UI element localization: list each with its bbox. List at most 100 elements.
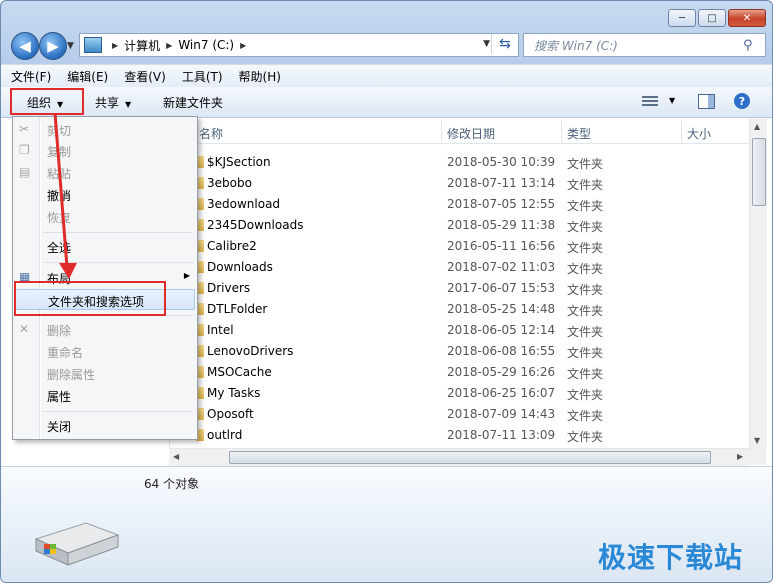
- table-row[interactable]: My Tasks 2018-06-25 16:07 文件夹: [169, 383, 749, 404]
- scissors-icon: ✂: [19, 122, 30, 136]
- hscroll-thumb[interactable]: [229, 451, 711, 464]
- column-size[interactable]: 大小: [687, 125, 711, 142]
- table-row[interactable]: LenovoDrivers 2018-06-08 16:55 文件夹: [169, 341, 749, 362]
- breadcrumb-chevron-icon[interactable]: ▶: [240, 41, 246, 50]
- table-row[interactable]: Calibre2 2016-05-11 16:56 文件夹: [169, 236, 749, 257]
- file-date: 2017-06-07 15:53: [447, 281, 556, 295]
- menu-help[interactable]: 帮助(H): [233, 68, 287, 85]
- table-row[interactable]: 3ebobo 2018-07-11 13:14 文件夹: [169, 173, 749, 194]
- view-dropdown-icon[interactable]: ▼: [669, 96, 675, 105]
- menu-bar: 文件(F) 编辑(E) 查看(V) 工具(T) 帮助(H): [1, 64, 772, 87]
- file-name: outlrd: [207, 428, 243, 442]
- file-name: Calibre2: [207, 239, 257, 253]
- file-date: 2018-05-29 16:26: [447, 365, 556, 379]
- breadcrumb-chevron-icon[interactable]: ▶: [166, 41, 172, 50]
- share-button[interactable]: 共享 ▼: [95, 94, 131, 111]
- menu-item-label: 恢复: [47, 211, 72, 225]
- column-name[interactable]: 名称: [199, 125, 223, 142]
- breadcrumb-computer[interactable]: 计算机: [124, 37, 160, 54]
- file-date: 2018-06-05 12:14: [447, 323, 556, 337]
- file-name: 2345Downloads: [207, 218, 304, 232]
- menu-item-select-all[interactable]: 全选: [13, 236, 197, 257]
- breadcrumb-chevron-icon[interactable]: ▶: [112, 41, 118, 50]
- column-type[interactable]: 类型: [567, 125, 591, 142]
- maximize-button[interactable]: □: [698, 9, 726, 27]
- horizontal-scrollbar[interactable]: ◀ ▶: [169, 448, 749, 466]
- file-date: 2018-07-11 13:09: [447, 428, 556, 442]
- menu-item-label: 剪切: [47, 124, 72, 138]
- search-icon[interactable]: ⚲: [743, 38, 759, 53]
- table-row[interactable]: 2345Downloads 2018-05-29 11:38 文件夹: [169, 215, 749, 236]
- file-date: 2018-07-09 14:43: [447, 407, 556, 421]
- table-row[interactable]: Intel 2018-06-05 12:14 文件夹: [169, 320, 749, 341]
- table-row[interactable]: Drivers 2017-06-07 15:53 文件夹: [169, 278, 749, 299]
- recent-pages-dropdown[interactable]: ▼: [67, 41, 74, 51]
- search-input[interactable]: 搜索 Win7 (C:) ⚲: [523, 33, 766, 57]
- menu-item-undo[interactable]: 撤消: [13, 184, 197, 205]
- file-date: 2018-05-29 11:38: [447, 218, 556, 232]
- menu-item-label: 删除: [47, 324, 72, 338]
- file-name: DTLFolder: [207, 302, 268, 316]
- back-button[interactable]: ◀: [11, 32, 39, 60]
- file-type: 文件夹: [567, 409, 604, 423]
- file-name: 3edownload: [207, 197, 281, 211]
- menu-item-cut[interactable]: ✂ 剪切: [13, 119, 197, 140]
- refresh-button[interactable]: ⇆: [491, 34, 518, 54]
- table-row[interactable]: MSOCache 2018-05-29 16:26 文件夹: [169, 362, 749, 383]
- scroll-right-icon[interactable]: ▶: [737, 452, 743, 461]
- delete-icon: ✕: [19, 322, 30, 336]
- chevron-down-icon: ▼: [125, 100, 132, 109]
- scroll-up-icon[interactable]: ▲: [754, 122, 760, 131]
- file-type: 文件夹: [567, 241, 604, 255]
- preview-pane-icon[interactable]: [698, 94, 715, 109]
- column-date[interactable]: 修改日期: [447, 125, 495, 142]
- forward-button[interactable]: ▶: [39, 32, 67, 60]
- item-count: 64 个对象: [144, 477, 200, 491]
- scroll-left-icon[interactable]: ◀: [173, 452, 179, 461]
- menu-item-redo[interactable]: 恢复: [13, 206, 197, 227]
- address-history-dropdown[interactable]: ▼: [483, 39, 490, 49]
- menu-item-rename[interactable]: 重命名: [13, 341, 197, 362]
- file-type: 文件夹: [567, 430, 604, 444]
- close-button[interactable]: ✕: [728, 9, 766, 27]
- view-options-icon[interactable]: [642, 94, 658, 108]
- table-row[interactable]: 3edownload 2018-07-05 12:55 文件夹: [169, 194, 749, 215]
- menu-item-close[interactable]: 关闭: [13, 415, 197, 436]
- file-name: Downloads: [207, 260, 273, 274]
- table-row[interactable]: Oposoft 2018-07-09 14:43 文件夹: [169, 404, 749, 425]
- vertical-scrollbar[interactable]: ▲ ▼: [749, 118, 767, 448]
- file-type: 文件夹: [567, 199, 604, 213]
- scroll-thumb[interactable]: [752, 138, 766, 206]
- table-row[interactable]: Downloads 2018-07-02 11:03 文件夹: [169, 257, 749, 278]
- menu-item-properties[interactable]: 属性: [13, 385, 197, 406]
- menu-edit[interactable]: 编辑(E): [61, 68, 114, 85]
- menu-item-remove-properties[interactable]: 删除属性: [13, 363, 197, 384]
- menu-item-delete[interactable]: ✕ 删除: [13, 319, 197, 340]
- menu-tools[interactable]: 工具(T): [176, 68, 229, 85]
- table-row[interactable]: DTLFolder 2018-05-25 14:48 文件夹: [169, 299, 749, 320]
- table-row[interactable]: $KJSection 2018-05-30 10:39 文件夹: [169, 152, 749, 173]
- refresh-icon: ⇆: [499, 36, 511, 52]
- breadcrumb-drive[interactable]: Win7 (C:): [178, 38, 234, 52]
- menu-item-label: 重命名: [47, 346, 84, 360]
- address-bar[interactable]: ▶ 计算机 ▶ Win7 (C:) ▶ ▼: [79, 33, 519, 57]
- table-row[interactable]: outlrd 2018-07-11 13:09 文件夹: [169, 425, 749, 446]
- menu-item-copy[interactable]: ❐ 复制: [13, 140, 197, 161]
- menu-view[interactable]: 查看(V): [118, 68, 172, 85]
- share-label: 共享: [95, 96, 120, 110]
- menu-item-label: 复制: [47, 145, 72, 159]
- scroll-down-icon[interactable]: ▼: [754, 436, 760, 445]
- menu-file[interactable]: 文件(F): [5, 68, 57, 85]
- file-date: 2018-07-11 13:14: [447, 176, 556, 190]
- file-type: 文件夹: [567, 283, 604, 297]
- new-folder-button[interactable]: 新建文件夹: [163, 94, 223, 111]
- details-pane: 64 个对象 极速下载站: [1, 466, 772, 582]
- file-type: 文件夹: [567, 178, 604, 192]
- submenu-arrow-icon: ▶: [183, 271, 190, 280]
- menu-item-paste[interactable]: ▤ 粘贴: [13, 162, 197, 183]
- help-icon[interactable]: ?: [734, 93, 750, 109]
- column-header: 名称 修改日期 类型 大小: [169, 118, 749, 144]
- minimize-button[interactable]: ─: [668, 9, 696, 27]
- file-date: 2018-05-30 10:39: [447, 155, 556, 169]
- file-date: 2016-05-11 16:56: [447, 239, 556, 253]
